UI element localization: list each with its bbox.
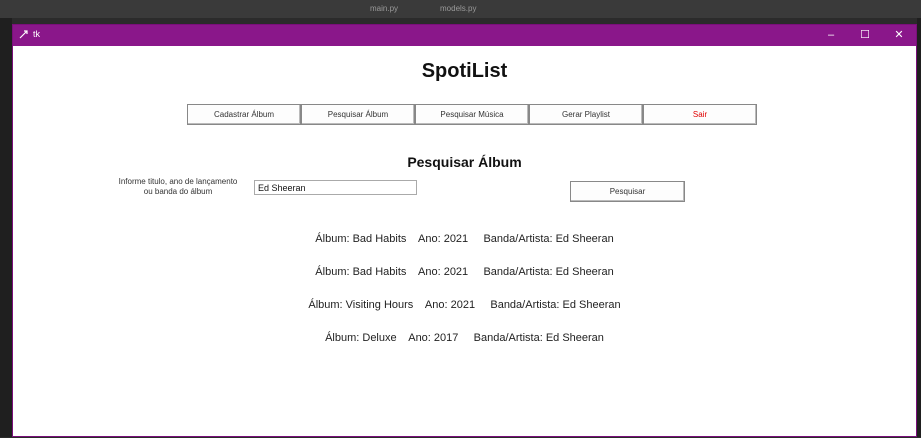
search-label: Informe titulo, ano de lançamento ou ban… <box>103 177 253 197</box>
desktop-tab-main[interactable]: main.py <box>370 4 398 16</box>
result-row: Álbum: Visiting Hours Ano: 2021 Banda/Ar… <box>308 299 621 311</box>
search-label-line2: ou banda do álbum <box>143 187 213 196</box>
desktop-left-edge <box>0 18 12 437</box>
app-window: tk – ☐ ✕ SpotiList Cadastrar Álbum Pesqu… <box>12 24 917 437</box>
pesquisar-button[interactable]: Pesquisar <box>570 181 685 202</box>
section-title: Pesquisar Álbum <box>407 154 522 170</box>
search-input[interactable] <box>254 180 417 195</box>
gerar-playlist-button[interactable]: Gerar Playlist <box>529 104 643 125</box>
result-row: Álbum: Bad Habits Ano: 2021 Banda/Artist… <box>315 233 614 245</box>
close-button[interactable]: ✕ <box>882 25 916 46</box>
main-toolbar: Cadastrar Álbum Pesquisar Álbum Pesquisa… <box>187 104 757 126</box>
maximize-button[interactable]: ☐ <box>848 25 882 46</box>
result-row: Álbum: Deluxe Ano: 2017 Banda/Artista: E… <box>325 332 604 344</box>
desktop-right-edge <box>917 18 921 437</box>
minimize-button[interactable]: – <box>814 25 848 46</box>
cadastrar-album-button[interactable]: Cadastrar Álbum <box>187 104 301 125</box>
desktop-top-bar: main.py models.py <box>0 0 921 18</box>
title-bar[interactable]: tk – ☐ ✕ <box>13 25 916 46</box>
result-row: Álbum: Bad Habits Ano: 2021 Banda/Artist… <box>315 266 614 278</box>
pesquisar-musica-button[interactable]: Pesquisar Música <box>415 104 529 125</box>
app-title: SpotiList <box>421 60 508 82</box>
sair-button[interactable]: Sair <box>643 104 757 125</box>
window-title: tk <box>33 29 41 39</box>
search-label-line1: Informe titulo, ano de lançamento <box>118 177 238 186</box>
main-content: SpotiList Cadastrar Álbum Pesquisar Álbu… <box>13 46 916 438</box>
pesquisar-album-button[interactable]: Pesquisar Álbum <box>301 104 415 125</box>
desktop-tab-models[interactable]: models.py <box>440 4 476 16</box>
feather-icon <box>19 29 31 41</box>
